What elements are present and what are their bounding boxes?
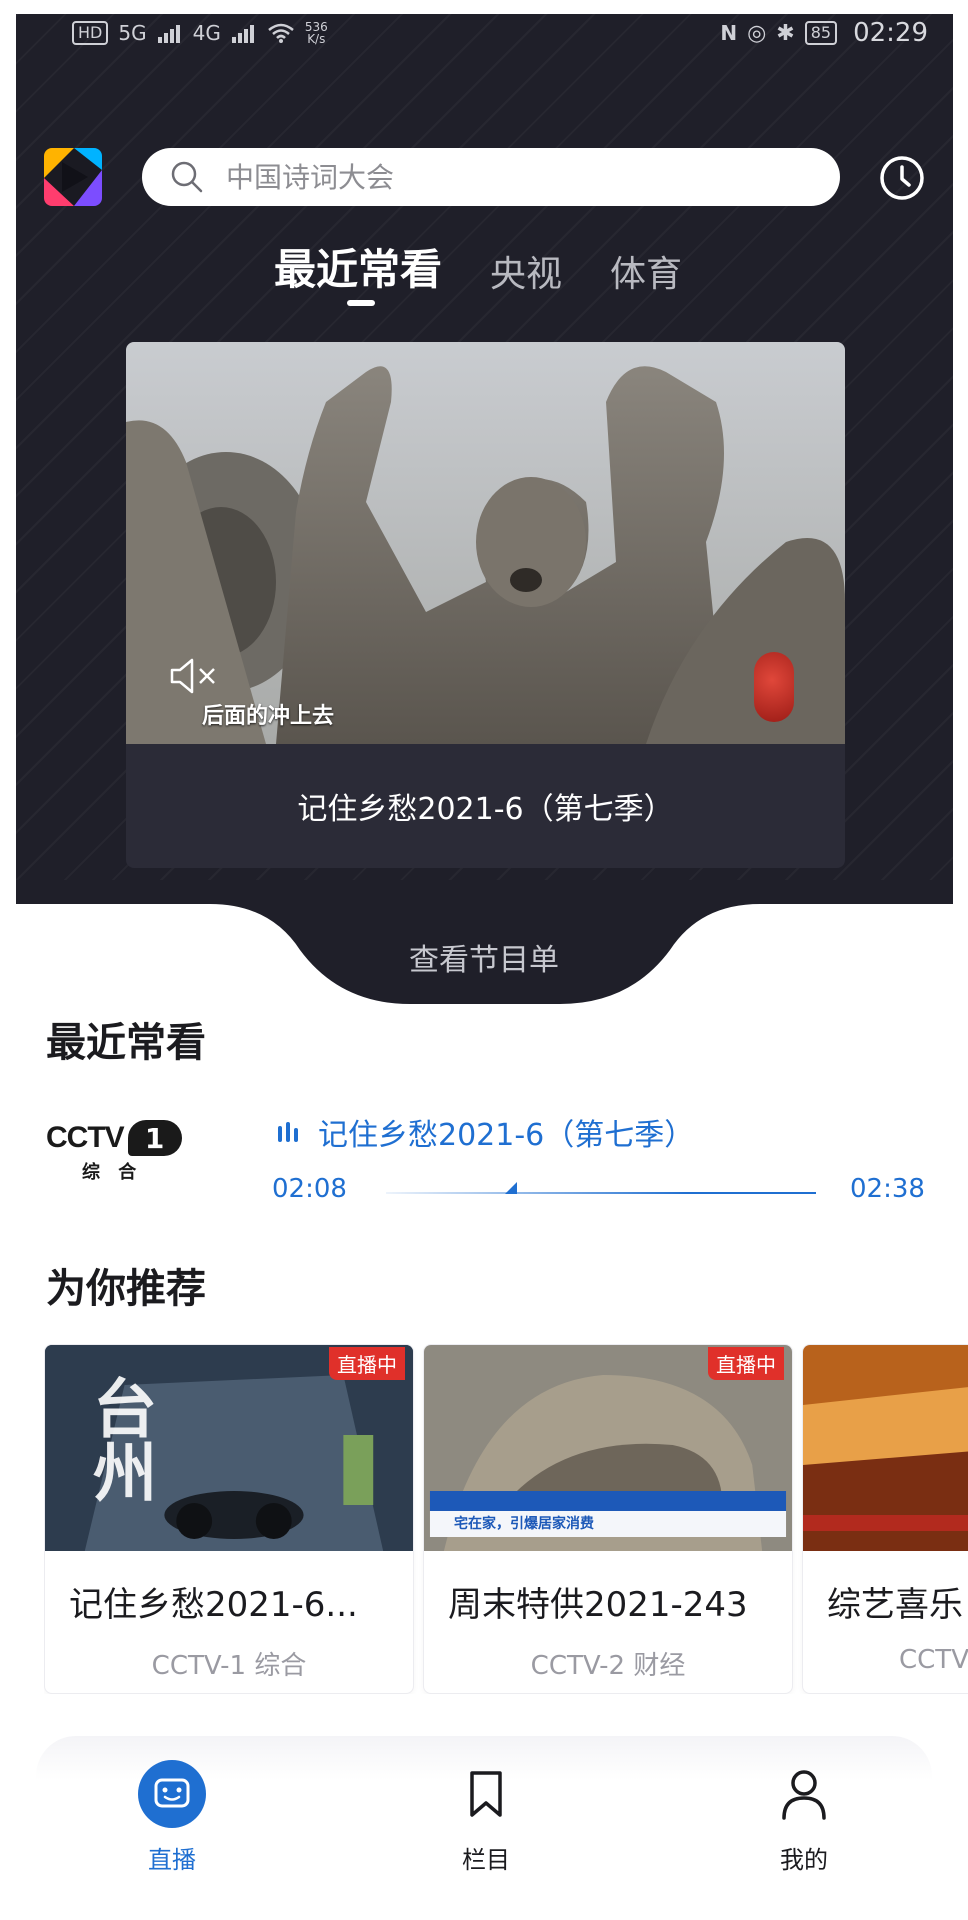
- cctv1-channel-logo: CCTV 1 综 合: [46, 1100, 198, 1196]
- time-end: 02:38: [850, 1174, 925, 1204]
- hd-indicator: HD: [72, 21, 109, 45]
- recommend-list: 台州 直播中 记住乡愁2021-6... CCTV-1 综合 宅在家，引爆居家消…: [44, 1344, 968, 1694]
- nav-mine-label: 我的: [780, 1846, 828, 1874]
- bluetooth-icon: ✱: [776, 20, 795, 46]
- playing-bars-icon: [278, 1122, 298, 1142]
- live-badge: 直播中: [329, 1347, 405, 1380]
- tab-sports[interactable]: 体育: [610, 245, 682, 297]
- recommend-card-channel: CCTV: [899, 1645, 968, 1675]
- recent-program-title: 记住乡愁2021-6（第七季）: [318, 1118, 695, 1153]
- featured-video[interactable]: [126, 342, 845, 744]
- nav-mine[interactable]: 我的: [734, 1760, 874, 1875]
- tab-indicator: [347, 300, 375, 306]
- signal-icon-2: [231, 25, 254, 43]
- thumbnail-text: 台州: [82, 1375, 156, 1503]
- thumbnail-headline: 宅在家，引爆居家消费: [454, 1516, 594, 1532]
- signal-4g-label: 4G: [192, 21, 221, 45]
- net-speed: 536 K/s: [305, 21, 328, 45]
- nav-live-label: 直播: [148, 1846, 196, 1874]
- channel-tabs: 最近常看 央视 体育: [274, 236, 682, 297]
- nav-columns[interactable]: 栏目: [416, 1760, 556, 1875]
- bottom-nav: 直播 栏目 我的: [0, 1760, 968, 1920]
- program-guide-link[interactable]: 查看节目单: [0, 935, 968, 979]
- signal-5g-label: 5G: [118, 21, 147, 45]
- progress-track: [386, 1192, 816, 1194]
- recommend-card[interactable]: 宅在家，引爆居家消费 直播中 周末特供2021-243 CCTV-2 财经: [423, 1344, 793, 1694]
- seal-stamp: [754, 652, 794, 722]
- battery-indicator: 85: [804, 21, 838, 45]
- mute-icon[interactable]: [168, 656, 220, 696]
- featured-title: 记住乡愁2021-6（第七季）: [297, 792, 674, 827]
- bookmark-icon: [452, 1760, 520, 1828]
- nav-columns-label: 栏目: [462, 1846, 510, 1874]
- app-screen: HD 5G 4G 536 K/s N ◎ ✱ 85 02:29 中国诗词大会 最…: [0, 0, 968, 1920]
- channel-sub-label: 综 合: [82, 1162, 143, 1183]
- recommend-card-channel: CCTV-2 财经: [530, 1651, 686, 1681]
- net-speed-unit: K/s: [307, 32, 326, 46]
- recommend-thumbnail: [803, 1345, 968, 1551]
- nav-live[interactable]: 直播: [102, 1760, 242, 1875]
- status-left: HD 5G 4G 536 K/s: [72, 21, 328, 45]
- recent-program-row: 记住乡愁2021-6（第七季）: [276, 1110, 694, 1154]
- tab-recent[interactable]: 最近常看: [274, 236, 442, 297]
- recommend-card-title: 记住乡愁2021-6...: [69, 1585, 358, 1625]
- search-icon: [170, 160, 204, 194]
- vibrate-icon: ◎: [747, 20, 767, 46]
- recommend-card[interactable]: 综艺喜乐 CCTV: [802, 1344, 968, 1694]
- recommend-card-channel: CCTV-1 综合: [151, 1651, 307, 1681]
- video-subtitle: 后面的冲上去: [202, 704, 335, 729]
- featured-card[interactable]: 后面的冲上去 记住乡愁2021-6（第七季）: [126, 342, 845, 868]
- person-icon: [770, 1760, 838, 1828]
- app-logo[interactable]: [44, 148, 102, 206]
- app-logo-icon: [44, 148, 102, 206]
- status-right: N ◎ ✱ 85 02:29: [720, 18, 928, 48]
- recommend-card-title: 综艺喜乐: [827, 1585, 963, 1625]
- clock: 02:29: [853, 18, 928, 48]
- recommend-section-title: 为你推荐: [46, 1266, 206, 1312]
- wifi-icon: [268, 23, 294, 43]
- nfc-icon: N: [720, 21, 738, 45]
- status-bar: HD 5G 4G 536 K/s N ◎ ✱ 85 02:29: [72, 14, 928, 52]
- channel-number-badge: 1: [127, 1120, 182, 1156]
- search-bar[interactable]: [142, 148, 840, 206]
- history-clock-icon[interactable]: [878, 154, 926, 202]
- signal-icon: [157, 25, 180, 43]
- recommend-card[interactable]: 台州 直播中 记住乡愁2021-6... CCTV-1 综合: [44, 1344, 414, 1694]
- progress-marker: [505, 1182, 517, 1194]
- search-input[interactable]: [226, 160, 786, 194]
- live-badge: 直播中: [708, 1347, 784, 1380]
- tv-face-icon: [138, 1760, 206, 1828]
- time-start: 02:08: [272, 1174, 347, 1204]
- recommend-card-title: 周末特供2021-243: [448, 1585, 748, 1625]
- recent-section-title: 最近常看: [46, 1020, 206, 1066]
- cctv-logo-text: CCTV: [46, 1121, 125, 1154]
- recent-item[interactable]: CCTV 1 综 合 记住乡愁2021-6（第七季） 02:08 02:38: [46, 1100, 936, 1210]
- tab-cctv[interactable]: 央视: [490, 245, 562, 297]
